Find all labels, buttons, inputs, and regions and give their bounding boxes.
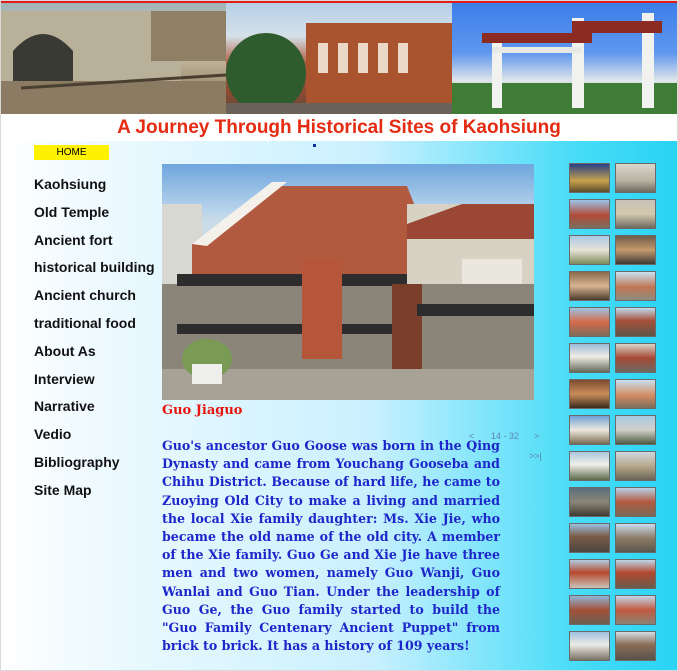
thumbnail[interactable] — [615, 415, 656, 445]
nav-item-ancient-church[interactable]: Ancient church — [34, 282, 155, 310]
thumbnail[interactable] — [615, 163, 656, 193]
article-text: Guo's ancestor Guo Goose was born in the… — [162, 438, 500, 654]
thumbnail[interactable] — [569, 163, 610, 193]
thumbnail[interactable] — [569, 307, 610, 337]
home-button[interactable]: HOME — [34, 145, 109, 160]
thumbnail[interactable] — [569, 343, 610, 373]
thumbnail[interactable] — [615, 307, 656, 337]
thumbnail[interactable] — [569, 487, 610, 517]
nav-item-about[interactable]: About As — [34, 338, 155, 366]
thumbnail[interactable] — [569, 415, 610, 445]
thumbnail[interactable] — [615, 523, 656, 553]
thumbnail[interactable] — [569, 271, 610, 301]
nav-item-traditional-food[interactable]: traditional food — [34, 310, 155, 338]
header-banner: A Journey Through Historical Sites of Ka… — [1, 1, 677, 141]
photo-caption: Guo Jiaguo — [162, 403, 243, 418]
nav-item-historical-building[interactable]: historical building — [34, 254, 155, 282]
thumbnail[interactable] — [569, 559, 610, 589]
thumbnail[interactable] — [615, 559, 656, 589]
nav-item-ancient-fort[interactable]: Ancient fort — [34, 227, 155, 255]
pager-last[interactable]: >>| — [529, 451, 542, 461]
page-frame: A Journey Through Historical Sites of Ka… — [0, 0, 678, 671]
thumbnail[interactable] — [569, 595, 610, 625]
nav-item-interview[interactable]: Interview — [34, 366, 155, 394]
thumbnail[interactable] — [569, 523, 610, 553]
banner-photo-memorial-arch — [452, 3, 677, 114]
thumbnail[interactable] — [569, 451, 610, 481]
thumbnail[interactable] — [569, 631, 610, 661]
thumbnail[interactable] — [615, 199, 656, 229]
pager-next[interactable]: > — [534, 431, 539, 441]
nav-item-bibliography[interactable]: Bibliography — [34, 449, 155, 477]
thumbnail[interactable] — [569, 199, 610, 229]
main-photo[interactable] — [162, 164, 534, 400]
memorial-arch-drawing — [452, 13, 677, 114]
thumbnail[interactable] — [569, 235, 610, 265]
thumbnail[interactable] — [615, 451, 656, 481]
sidebar-nav: Kaohsiung Old Temple Ancient fort histor… — [34, 171, 155, 505]
thumbnail[interactable] — [615, 235, 656, 265]
old-house-drawing — [162, 182, 534, 400]
divider-dot — [313, 144, 316, 147]
nav-item-narrative[interactable]: Narrative — [34, 393, 155, 421]
thumbnail[interactable] — [615, 631, 656, 661]
nav-item-video[interactable]: Vedio — [34, 421, 155, 449]
thumbnail[interactable] — [569, 379, 610, 409]
thumbnail[interactable] — [615, 271, 656, 301]
city-gate-drawing — [1, 11, 226, 114]
nav-item-kaohsiung[interactable]: Kaohsiung — [34, 171, 155, 199]
banner-photo-brick-building — [226, 3, 452, 114]
banner-photo-city-gate — [1, 3, 226, 114]
thumbnail[interactable] — [615, 343, 656, 373]
nav-item-site-map[interactable]: Site Map — [34, 477, 155, 505]
nav-item-old-temple[interactable]: Old Temple — [34, 199, 155, 227]
thumbnail[interactable] — [615, 379, 656, 409]
thumbnail[interactable] — [615, 595, 656, 625]
brick-building-drawing — [226, 23, 452, 114]
thumbnail[interactable] — [615, 487, 656, 517]
site-title: A Journey Through Historical Sites of Ka… — [117, 117, 561, 138]
